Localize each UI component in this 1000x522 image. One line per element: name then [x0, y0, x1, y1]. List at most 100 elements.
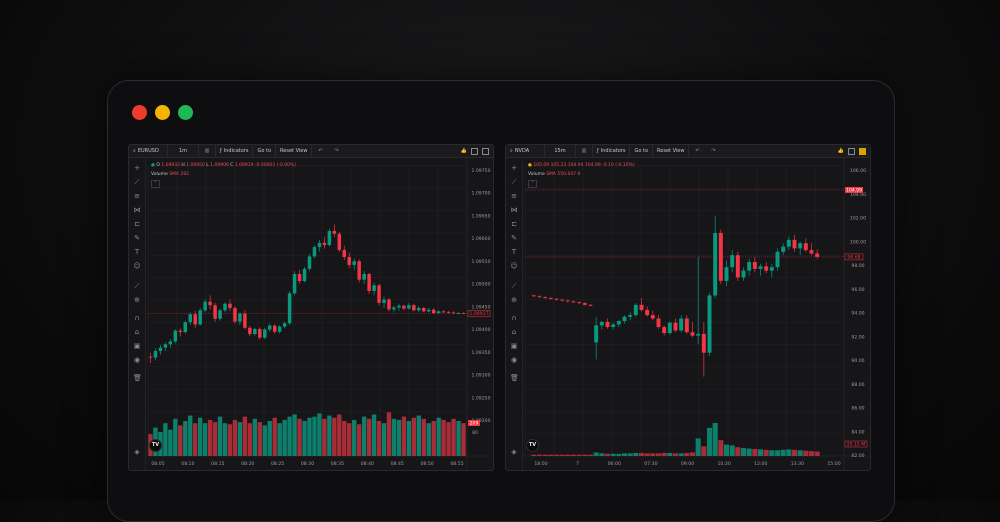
like-icon[interactable]: 👍 [838, 148, 844, 154]
candle-body [352, 261, 356, 265]
minimize-button[interactable] [155, 105, 170, 120]
fib-icon[interactable]: ≡ [510, 192, 518, 200]
ruler-icon[interactable]: ⟋ [510, 282, 518, 290]
chart-area[interactable]: 1.09750 1.09700 1.09650 1.09600 1.09550 1.095… [146, 158, 493, 470]
collapse-legend-icon[interactable]: ˄ [528, 180, 537, 188]
interval-selector[interactable]: 1m [168, 145, 199, 157]
emoji-icon[interactable]: ☺ [510, 262, 518, 270]
ruler-icon[interactable]: ⟋ [133, 282, 141, 290]
volume-bar [207, 419, 213, 456]
crosshair-icon[interactable]: + [133, 164, 141, 172]
indicators-button[interactable]: ƒ Indicators [216, 145, 254, 157]
chart-type-icon[interactable]: ▥ [199, 145, 216, 157]
price-tick-label: 1.09500 [472, 282, 491, 288]
fullscreen-icon[interactable] [482, 147, 489, 155]
eye-icon[interactable]: ◉ [510, 356, 518, 364]
eye-icon[interactable]: ◉ [133, 356, 141, 364]
magnet-icon[interactable]: ∩ [510, 314, 518, 322]
layers-icon[interactable]: ◈ [133, 448, 141, 456]
candle-body [193, 314, 197, 325]
volume-bar [232, 419, 238, 456]
trash-icon[interactable]: 🗑 [133, 374, 142, 382]
emoji-icon[interactable]: ☺ [133, 262, 141, 270]
tradingview-logo: TV [526, 439, 539, 452]
like-icon[interactable]: 👍 [461, 148, 467, 154]
goto-button[interactable]: Go to [630, 145, 654, 157]
candle-body [258, 328, 262, 338]
chart-type-icon[interactable]: ▥ [576, 145, 593, 157]
zoom-icon[interactable]: ⊕ [133, 296, 141, 304]
candle-body [287, 293, 292, 324]
candle-body [645, 309, 650, 316]
zoom-button[interactable] [178, 105, 193, 120]
volume-bar [307, 417, 312, 456]
pattern-icon[interactable]: ⋈ [133, 206, 141, 214]
fullscreen-icon[interactable] [859, 147, 866, 155]
volume-bar [570, 454, 577, 456]
trendline-icon[interactable]: ⟋ [133, 178, 141, 186]
close-button[interactable] [132, 105, 147, 120]
zoom-icon[interactable]: ⊕ [510, 296, 518, 304]
volume-bar [277, 423, 282, 456]
volume-bar [282, 419, 287, 456]
collapse-legend-icon[interactable]: ˄ [151, 180, 160, 188]
magnet-icon[interactable]: ∩ [133, 314, 141, 322]
price-tick-label: 1.09750 [472, 168, 491, 174]
price-tick-label: 92.00 [851, 334, 864, 340]
brush-icon[interactable]: ✎ [133, 234, 141, 242]
volume-label: Volume [151, 172, 168, 177]
candle-body [707, 295, 712, 353]
forecast-icon[interactable]: ⊏ [510, 220, 518, 228]
redo-icon[interactable]: ↷ [705, 145, 721, 157]
volume-bar [322, 418, 327, 456]
candle-body [337, 233, 342, 250]
redo-icon[interactable]: ↷ [328, 145, 344, 157]
candle-body [741, 270, 746, 278]
symbol-search[interactable]: ⌕ NVDA [506, 145, 545, 157]
volume-bar [723, 444, 730, 456]
candlestick-chart[interactable]: 1.09750 1.09700 1.09650 1.09600 1.09550 1.095… [146, 158, 493, 470]
layers-icon[interactable]: ◈ [510, 448, 518, 456]
candle-body [322, 242, 327, 246]
volume-bar [774, 450, 781, 456]
candle-body [673, 322, 678, 331]
forecast-icon[interactable]: ⊏ [133, 220, 141, 228]
lock-icon[interactable]: ▣ [510, 342, 518, 350]
lock-drawings-icon[interactable]: ⌂ [510, 328, 518, 336]
candlestick-chart[interactable]: 106.00104.00102.00100.0098.0096.0094.009… [523, 158, 870, 470]
trash-icon[interactable]: 🗑 [510, 374, 519, 382]
volume-bar [257, 422, 262, 456]
interval-selector[interactable]: 15m [545, 145, 576, 157]
volume-bar [361, 416, 367, 456]
candle-body [809, 250, 814, 254]
text-icon[interactable]: T [510, 248, 518, 256]
lock-icon[interactable]: ▣ [133, 342, 141, 350]
layout-icon[interactable] [471, 147, 478, 155]
text-icon[interactable]: T [133, 248, 141, 256]
candle-body [724, 267, 729, 281]
indicators-button[interactable]: ƒ Indicators [593, 145, 631, 157]
time-tick-label: 13:30 [791, 461, 804, 467]
undo-icon[interactable]: ↶ [689, 145, 705, 157]
crosshair-icon[interactable]: + [510, 164, 518, 172]
volume-bar [461, 423, 466, 456]
volume-bar [599, 453, 605, 456]
fib-icon[interactable]: ≡ [133, 192, 141, 200]
volume-sma: SMA 282 [169, 172, 190, 177]
layout-icon[interactable] [848, 147, 855, 155]
lock-drawings-icon[interactable]: ⌂ [133, 328, 141, 336]
chart-area[interactable]: 106.00 104.00 102.00 100.00 98.00 96.00 94.00 9… [523, 158, 870, 470]
candle-body [272, 325, 277, 332]
brush-icon[interactable]: ✎ [510, 234, 518, 242]
candle-body [571, 301, 576, 303]
volume-legend: Volume SMA 550.047 K [528, 172, 580, 177]
undo-icon[interactable]: ↶ [312, 145, 328, 157]
reset-view-button[interactable]: Reset View [653, 145, 690, 157]
reset-view-button[interactable]: Reset View [276, 145, 313, 157]
pattern-icon[interactable]: ⋈ [510, 206, 518, 214]
trendline-icon[interactable]: ⟋ [510, 178, 518, 186]
symbol-search[interactable]: ⌕ EURUSD [129, 145, 168, 157]
price-tick-label: 1.09400 [472, 327, 491, 333]
goto-button[interactable]: Go to [253, 145, 277, 157]
volume-bar [312, 416, 317, 456]
